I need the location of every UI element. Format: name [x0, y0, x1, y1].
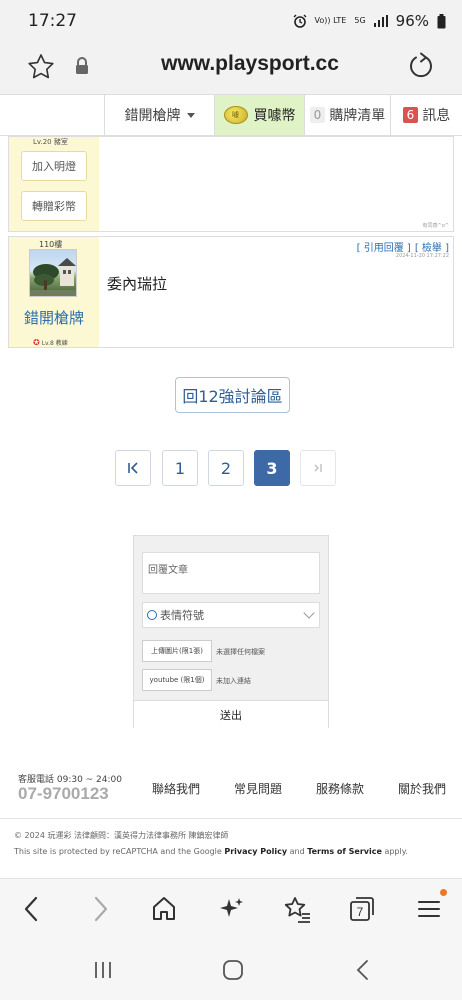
- last-page-icon: [314, 464, 322, 472]
- footer-divider: [0, 818, 462, 819]
- emoji-select[interactable]: 表情符號: [142, 602, 320, 628]
- author-level: Lv.20 豬室: [33, 138, 68, 146]
- recent-apps-icon[interactable]: [91, 958, 115, 982]
- site-nav: 錯開槍牌 噱 買噱幣 0 購牌清單 6 訊息: [0, 94, 462, 136]
- star-icon: ✪: [33, 338, 40, 347]
- page-1-button[interactable]: 1: [162, 450, 198, 486]
- gift-coins-button[interactable]: 轉贈彩幣: [21, 191, 87, 221]
- messages-label: 訊息: [422, 108, 451, 124]
- service-phone[interactable]: 07-9700123: [18, 784, 109, 804]
- upload-image-button[interactable]: 上傳圖片(限1張): [142, 640, 212, 662]
- quote-reply-link[interactable]: [ 引用回覆 ]: [357, 239, 411, 254]
- coin-icon: 噱: [223, 106, 248, 124]
- bookmark-star-icon[interactable]: [26, 52, 56, 82]
- tabs-icon[interactable]: 7: [347, 894, 377, 924]
- recaptcha-prefix: This site is protected by reCAPTCHA and …: [14, 847, 225, 856]
- post-timestamp: 2024-11-20 17:27:22: [395, 253, 449, 259]
- youtube-button[interactable]: youtube (限1個): [142, 669, 212, 691]
- battery-icon: [437, 13, 446, 28]
- forward-icon[interactable]: [85, 894, 115, 924]
- forum-post-previous: Lv.20 豬室 加入明燈 轉贈彩幣 有同感^o^: [8, 136, 454, 232]
- recaptcha-and: and: [287, 847, 308, 856]
- author-panel: 110樓 錯開槍牌 ✪ Lv.8 教練: [9, 237, 99, 347]
- faq-link[interactable]: 常見問題: [234, 780, 282, 797]
- first-page-icon: [128, 462, 138, 474]
- messages-count-badge: 6: [402, 107, 419, 123]
- user-menu[interactable]: 錯開槍牌: [104, 95, 214, 135]
- cart-count-badge: 0: [309, 107, 326, 123]
- volte-indicator: Vo)) LTE: [314, 16, 347, 25]
- lock-icon[interactable]: [74, 56, 90, 76]
- post-actions: [ 引用回覆 ] [ 檢舉 ]: [357, 239, 449, 254]
- battery-percent: 96%: [395, 12, 429, 30]
- privacy-policy-link[interactable]: Privacy Policy: [224, 847, 287, 856]
- copyright-text: © 2024 玩運彩 法律顧問：漢英得力法律事務所 陳鎮宏律師: [14, 831, 229, 840]
- smiley-icon: [147, 610, 157, 620]
- cart-button[interactable]: 0 購牌清單: [304, 95, 390, 135]
- page-3-button[interactable]: 3: [254, 450, 290, 486]
- avatar[interactable]: [29, 249, 77, 297]
- terms-link[interactable]: 服務條款: [316, 780, 364, 797]
- youtube-status: 未加入連結: [216, 677, 251, 685]
- sparkle-icon[interactable]: [216, 894, 246, 924]
- terms-of-service-link[interactable]: Terms of Service: [307, 847, 382, 856]
- buy-coins-label: 買噱幣: [253, 108, 296, 124]
- android-home-icon[interactable]: [221, 958, 245, 982]
- url-text[interactable]: www.playsport.cc: [120, 52, 380, 76]
- back-icon[interactable]: [17, 894, 47, 924]
- home-icon[interactable]: [149, 894, 179, 924]
- android-back-icon[interactable]: [351, 958, 375, 982]
- post-note: 有同感^o^: [422, 223, 449, 229]
- emoji-select-label: 表情符號: [160, 609, 204, 622]
- post-content: 委內瑞拉: [107, 275, 168, 293]
- reply-placeholder: 回覆文章: [148, 565, 188, 576]
- caret-down-icon: [186, 112, 195, 118]
- rank-label: Lv.8 教練: [41, 340, 68, 347]
- page-2-button[interactable]: 2: [208, 450, 244, 486]
- reply-textarea[interactable]: 回覆文章: [142, 552, 320, 594]
- buy-coins-button[interactable]: 噱 買噱幣: [214, 95, 304, 135]
- submit-button[interactable]: 送出: [134, 700, 328, 728]
- status-time: 17:27: [28, 11, 77, 31]
- messages-button[interactable]: 6 訊息: [390, 95, 462, 135]
- author-name[interactable]: 錯開槍牌: [9, 307, 99, 328]
- browser-url-bar: www.playsport.cc: [0, 42, 462, 94]
- recaptcha-apply: apply.: [381, 847, 408, 856]
- author-panel: Lv.20 豬室 加入明燈 轉贈彩幣: [9, 137, 99, 231]
- forum-post: 110樓 錯開槍牌 ✪ Lv.8 教練 [ 引用回覆 ] [ 檢舉 ] 2024…: [8, 236, 454, 348]
- signal-icon: [373, 15, 388, 27]
- menu-icon[interactable]: [414, 894, 444, 924]
- author-rank: ✪ Lv.8 教練: [33, 338, 68, 347]
- bookmarks-icon[interactable]: [282, 894, 312, 924]
- last-page-button[interactable]: [300, 450, 336, 486]
- first-page-button[interactable]: [115, 450, 151, 486]
- report-link[interactable]: [ 檢舉 ]: [415, 239, 449, 254]
- reply-form: 回覆文章 表情符號 上傳圖片(限1張) 未選擇任何檔案 youtube (限1個…: [133, 535, 329, 728]
- cart-label: 購牌清單: [329, 108, 386, 124]
- status-bar: 17:27 Vo)) LTE 5G 96%: [0, 0, 462, 42]
- recaptcha-notice: This site is protected by reCAPTCHA and …: [14, 847, 408, 856]
- svg-text:7: 7: [357, 905, 364, 919]
- alarm-icon: [293, 14, 307, 28]
- about-link[interactable]: 關於我們: [398, 780, 446, 797]
- browser-toolbar: 7: [0, 878, 462, 938]
- avatar-image: [30, 258, 76, 296]
- notification-dot: [440, 889, 447, 896]
- status-icons: Vo)) LTE 5G 96%: [293, 12, 446, 30]
- reload-icon[interactable]: [406, 51, 436, 81]
- android-nav-bar: [0, 938, 462, 1000]
- network-indicator: 5G: [354, 16, 366, 25]
- back-to-forum-button[interactable]: 回12強討論區: [175, 377, 290, 413]
- username-label: 錯開槍牌: [124, 108, 181, 124]
- add-friend-button[interactable]: 加入明燈: [21, 151, 87, 181]
- upload-status: 未選擇任何檔案: [216, 648, 265, 656]
- contact-link[interactable]: 聯絡我們: [152, 780, 200, 797]
- chevron-down-icon: [303, 607, 315, 619]
